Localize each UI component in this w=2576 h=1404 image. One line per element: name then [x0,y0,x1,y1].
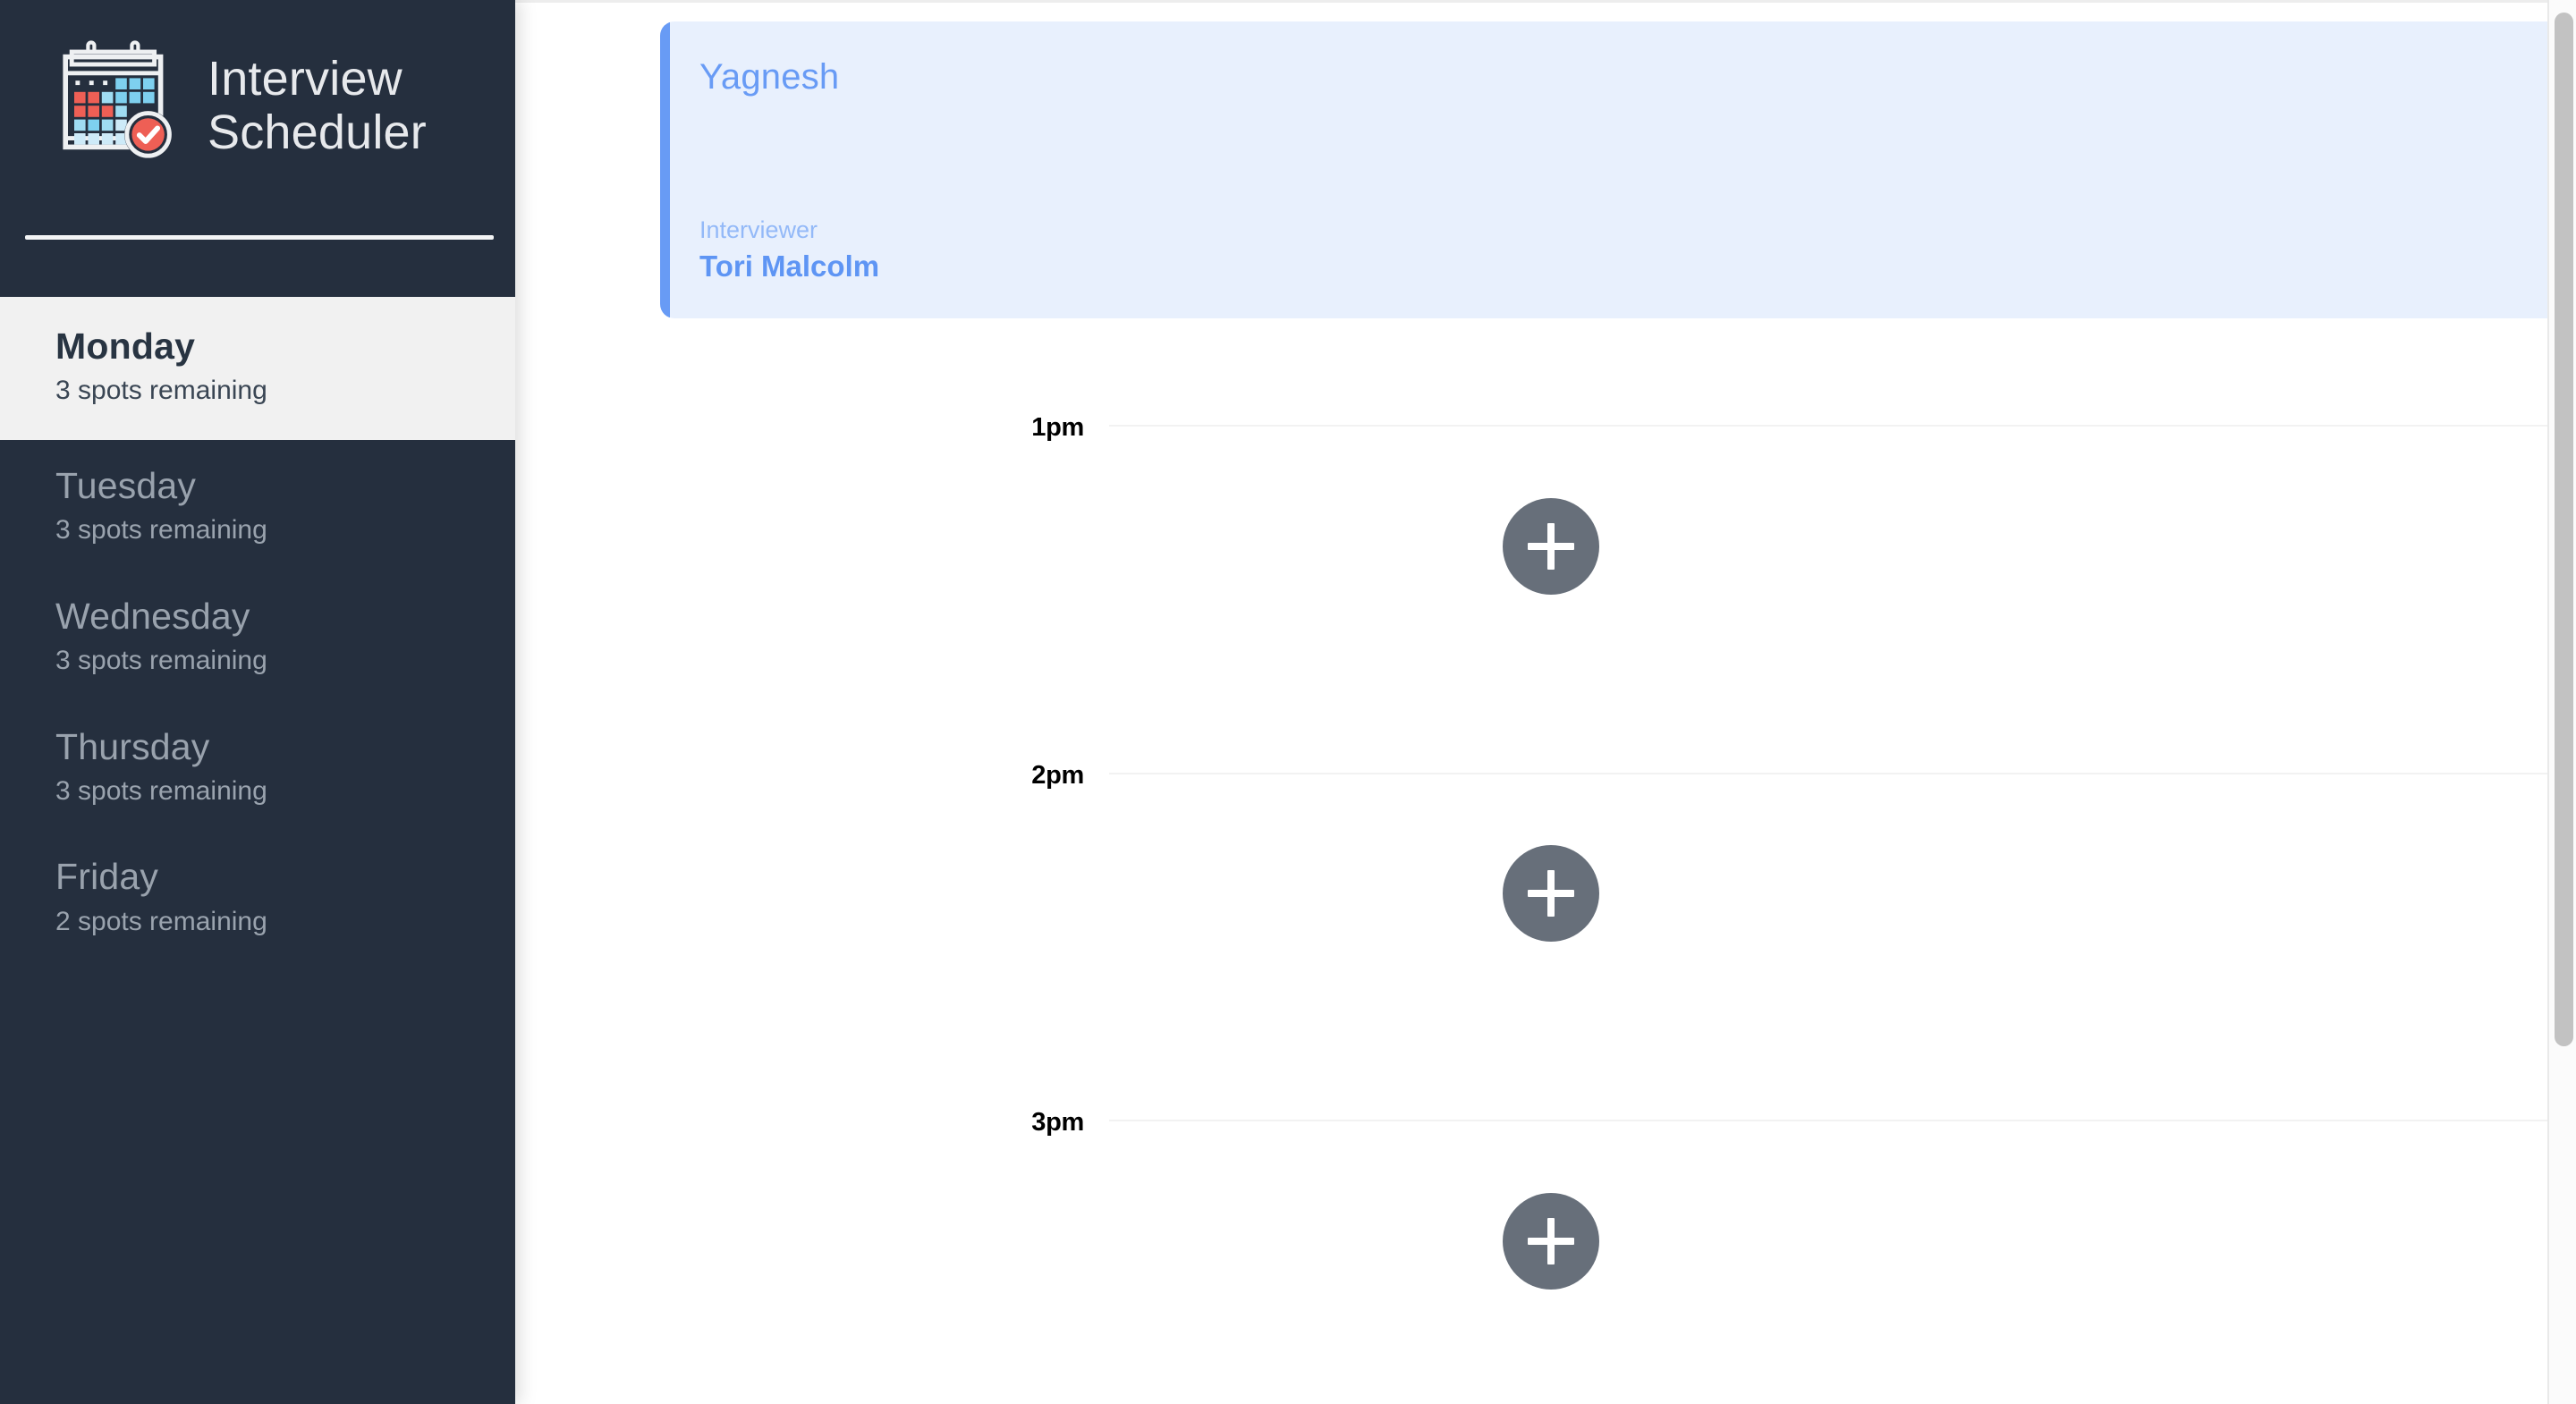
day-spots: 3 spots remaining [55,775,267,806]
slot-time-label: 1pm [1031,413,1084,442]
appointment-interviewer: Interviewer Tori Malcolm [699,214,879,286]
day-list: Monday 3 spots remaining Tuesday 3 spots… [0,297,515,961]
slot-time-label: 3pm [1031,1108,1084,1137]
day-name: Wednesday [55,595,250,637]
schedule-panel: 12pm Yagnesh Interviewer Tori Malcolm 1p… [515,0,2576,1404]
sidebar-item-monday[interactable]: Monday 3 spots remaining [0,297,515,440]
interviewer-label: Interviewer [699,216,818,243]
add-appointment-button[interactable] [1503,498,1599,595]
sidebar: Interview Scheduler Monday 3 spots remai… [0,0,515,1404]
panel-top-edge [515,0,2576,3]
sidebar-item-friday[interactable]: Friday 2 spots remaining [0,831,515,961]
sidebar-item-tuesday[interactable]: Tuesday 3 spots remaining [0,440,515,571]
vertical-scrollbar[interactable] [2547,0,2576,1404]
brand-header: Interview Scheduler [0,0,515,165]
interviewer-name: Tori Malcolm [699,250,880,283]
calendar-check-icon [55,39,181,165]
day-spots: 3 spots remaining [55,646,267,675]
scrollbar-thumb[interactable] [2555,13,2573,1046]
day-spots: 2 spots remaining [55,906,267,936]
slot-divider [1109,1120,2562,1121]
appointment-student-name: Yagnesh [699,57,840,97]
day-spots: 3 spots remaining [55,376,267,406]
add-appointment-button[interactable] [1503,1193,1599,1290]
day-name: Friday [55,856,159,898]
sidebar-item-wednesday[interactable]: Wednesday 3 spots remaining [0,571,515,701]
slot-time-label: 2pm [1031,761,1084,790]
sidebar-item-thursday[interactable]: Thursday 3 spots remaining [0,701,515,832]
day-name: Monday [55,326,196,367]
slot-divider [1109,425,2562,427]
app-title: Interview Scheduler [208,51,427,159]
sidebar-divider [25,235,494,240]
appointment-body: Yagnesh Interviewer Tori Malcolm [660,21,2562,318]
day-name: Tuesday [55,465,197,506]
appointment-card[interactable]: Yagnesh Interviewer Tori Malcolm [660,21,2562,318]
add-appointment-button[interactable] [1503,845,1599,942]
plus-icon [1547,870,1555,917]
day-spots: 3 spots remaining [55,515,267,546]
plus-icon [1547,523,1555,570]
interview-scheduler-app: Interview Scheduler Monday 3 spots remai… [0,0,2576,1404]
slot-divider [1109,773,2562,774]
plus-icon [1547,1218,1555,1264]
day-name: Thursday [55,725,210,767]
